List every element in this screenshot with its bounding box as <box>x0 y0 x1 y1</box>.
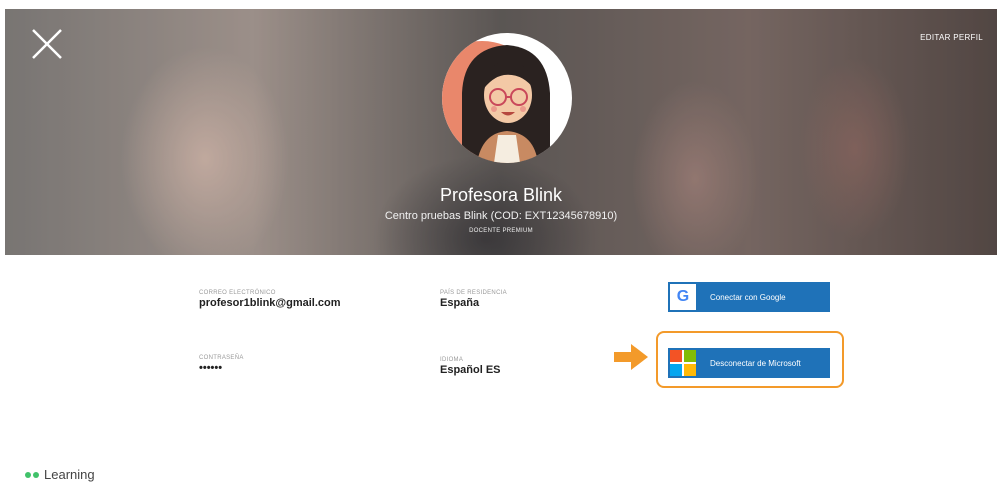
arrow-right-icon <box>614 344 648 375</box>
connect-google-label: Conectar con Google <box>710 292 786 302</box>
email-field: CORREO ELECTRÓNICO profesor1blink@gmail.… <box>199 289 341 310</box>
language-label: IDIOMA <box>440 357 464 363</box>
brand-name: Learning <box>44 467 95 482</box>
google-icon: G <box>670 284 696 310</box>
brand-dot-icon <box>33 471 39 478</box>
brand-dot-icon <box>25 471 31 478</box>
disconnect-microsoft-button[interactable]: Desconectar de Microsoft <box>668 348 830 378</box>
language-field: IDIOMA Español ES <box>440 356 501 377</box>
connect-google-button[interactable]: G Conectar con Google <box>668 282 830 312</box>
country-field: PAÍS DE RESIDENCIA España <box>440 289 507 310</box>
microsoft-icon <box>670 350 696 376</box>
country-value: España <box>440 297 480 309</box>
close-icon[interactable] <box>30 27 64 61</box>
email-value: profesor1blink@gmail.com <box>199 297 341 309</box>
brand-logo: Learning <box>25 467 95 482</box>
edit-profile-link[interactable]: EDITAR PERFIL <box>920 33 983 42</box>
account-type-badge: DOCENTE PREMIUM <box>469 228 533 234</box>
email-label: CORREO ELECTRÓNICO <box>199 290 276 296</box>
disconnect-microsoft-label: Desconectar de Microsoft <box>710 358 801 368</box>
password-field: CONTRASEÑA •••••• <box>199 354 244 375</box>
password-value: •••••• <box>199 362 223 374</box>
password-label: CONTRASEÑA <box>199 355 244 361</box>
school-center: Centro pruebas Blink (COD: EXT1234567891… <box>384 210 618 222</box>
language-value: Español ES <box>440 364 501 376</box>
profile-header-banner: EDITAR PERFIL Profesora Blink Centro pru… <box>5 9 997 255</box>
country-label: PAÍS DE RESIDENCIA <box>440 290 507 296</box>
profile-name: Profesora Blink <box>439 185 563 205</box>
avatar <box>442 33 572 163</box>
